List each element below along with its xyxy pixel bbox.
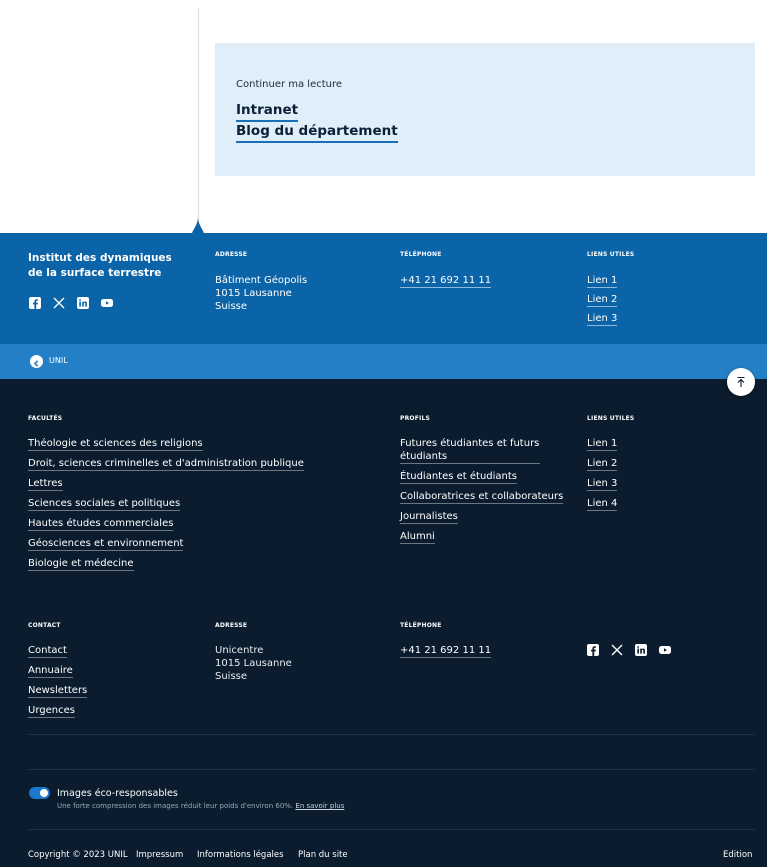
x-icon[interactable]	[611, 644, 623, 656]
divider-notch	[192, 216, 204, 234]
divider	[28, 769, 755, 770]
useful-link[interactable]: Lien 2	[587, 457, 618, 471]
chevron-left-icon	[30, 355, 43, 368]
eco-images-toggle[interactable]	[29, 787, 50, 799]
address-line: 1015 Lausanne	[215, 658, 292, 669]
profile-link[interactable]: Futures étudiantes et futurs étudiants	[400, 437, 540, 464]
footer-address: Unicentre 1015 Lausanne Suisse	[215, 644, 292, 683]
address-line: 1015 Lausanne	[215, 288, 292, 299]
useful-link[interactable]: Lien 3	[587, 312, 618, 326]
impressum-link[interactable]: Impressum	[136, 850, 183, 860]
useful-link[interactable]: Lien 3	[587, 477, 618, 491]
copyright: Copyright © 2023 UNIL	[28, 850, 128, 860]
contact-list: Contact Annuaire Newsletters Urgences	[28, 644, 88, 718]
page-top: Continuer ma lecture Intranet Blog du dé…	[0, 0, 767, 234]
newsletters-link[interactable]: Newsletters	[28, 684, 88, 698]
continue-reading-box: Continuer ma lecture Intranet Blog du dé…	[215, 43, 755, 176]
institute-useful-links: Lien 1 Lien 2 Lien 3	[587, 274, 618, 326]
profile-link[interactable]: Journalistes	[400, 510, 458, 524]
address-line: Bâtiment Géopolis	[215, 275, 308, 286]
phone-link[interactable]: +41 21 692 11 11	[400, 274, 492, 288]
x-icon[interactable]	[53, 297, 65, 309]
faculty-link[interactable]: Sciences sociales et politiques	[28, 497, 181, 511]
youtube-icon[interactable]	[659, 644, 671, 656]
faculties-list: Théologie et sciences des religions Droi…	[28, 437, 304, 571]
useful-links-heading: LIENS UTILES	[587, 251, 635, 258]
profiles-list: Futures étudiantes et futurs étudiants É…	[400, 437, 564, 544]
useful-link[interactable]: Lien 2	[587, 293, 618, 307]
intranet-link[interactable]: Intranet	[236, 102, 299, 122]
learn-more-link[interactable]: En savoir plus	[295, 802, 344, 810]
linkedin-icon[interactable]	[77, 297, 89, 309]
eco-images-title: Images éco-responsables	[57, 788, 178, 799]
continue-reading-title: Continuer ma lecture	[236, 79, 343, 90]
address-heading: ADRESSE	[215, 251, 248, 258]
faculties-heading: FACULTÉS	[28, 415, 63, 422]
faculty-link[interactable]: Théologie et sciences des religions	[28, 437, 203, 451]
institute-social-icons	[29, 297, 113, 309]
faculty-link[interactable]: Hautes études commerciales	[28, 517, 174, 531]
faculty-link[interactable]: Lettres	[28, 477, 63, 491]
useful-link[interactable]: Lien 1	[587, 437, 618, 451]
linkedin-icon[interactable]	[635, 644, 647, 656]
useful-link[interactable]: Lien 1	[587, 274, 618, 288]
address-line: Unicentre	[215, 645, 264, 656]
facebook-icon[interactable]	[587, 644, 599, 656]
directory-link[interactable]: Annuaire	[28, 664, 73, 678]
institute-name: Institut des dynamiques de la surface te…	[28, 252, 172, 279]
profile-link[interactable]: Étudiantes et étudiants	[400, 470, 518, 484]
address-line: Suisse	[215, 671, 248, 682]
phone-heading: TÉLÉPHONE	[400, 251, 442, 258]
scroll-to-top-button[interactable]	[727, 368, 755, 396]
faculty-link[interactable]: Biologie et médecine	[28, 557, 134, 571]
unil-label: UNIL	[49, 356, 68, 365]
arrow-up-icon	[737, 376, 745, 387]
contact-heading: CONTACT	[28, 622, 61, 629]
footer-phone-heading: TÉLÉPHONE	[400, 622, 442, 629]
footer-useful-links-heading: LIENS UTILES	[587, 415, 635, 422]
footer-useful-links: Lien 1 Lien 2 Lien 3 Lien 4	[587, 437, 618, 511]
footer-address-heading: ADRESSE	[215, 622, 248, 629]
eco-desc-text: Une forte compression des images réduit …	[57, 802, 294, 810]
eco-images-description: Une forte compression des images réduit …	[57, 802, 344, 810]
toggle-knob	[40, 789, 48, 797]
main-footer: FACULTÉS Théologie et sciences des relig…	[0, 379, 767, 867]
profile-link[interactable]: Collaboratrices et collaborateurs	[400, 490, 564, 504]
unil-bar[interactable]: UNIL	[0, 344, 767, 379]
useful-link[interactable]: Lien 4	[587, 497, 618, 511]
divider	[28, 829, 755, 830]
profiles-heading: PROFILS	[400, 415, 430, 422]
footer-phone-link[interactable]: +41 21 692 11 11	[400, 644, 492, 658]
emergencies-link[interactable]: Urgences	[28, 704, 75, 718]
footer-social-icons	[587, 644, 671, 656]
profile-link[interactable]: Alumni	[400, 530, 435, 544]
facebook-icon[interactable]	[29, 297, 41, 309]
blog-link[interactable]: Blog du département	[236, 123, 398, 143]
faculty-link[interactable]: Droit, sciences criminelles et d'adminis…	[28, 457, 304, 471]
contact-link[interactable]: Contact	[28, 644, 67, 658]
edition-link[interactable]: Edition	[723, 850, 752, 860]
faculty-link[interactable]: Géosciences et environnement	[28, 537, 184, 551]
institute-address: Bâtiment Géopolis 1015 Lausanne Suisse	[215, 274, 307, 313]
divider	[28, 734, 755, 735]
address-line: Suisse	[215, 301, 248, 312]
sitemap-link[interactable]: Plan du site	[298, 850, 348, 860]
institute-footer: Institut des dynamiques de la surface te…	[0, 233, 767, 344]
divider-line	[198, 8, 199, 218]
legal-info-link[interactable]: Informations légales	[197, 850, 284, 860]
youtube-icon[interactable]	[101, 297, 113, 309]
